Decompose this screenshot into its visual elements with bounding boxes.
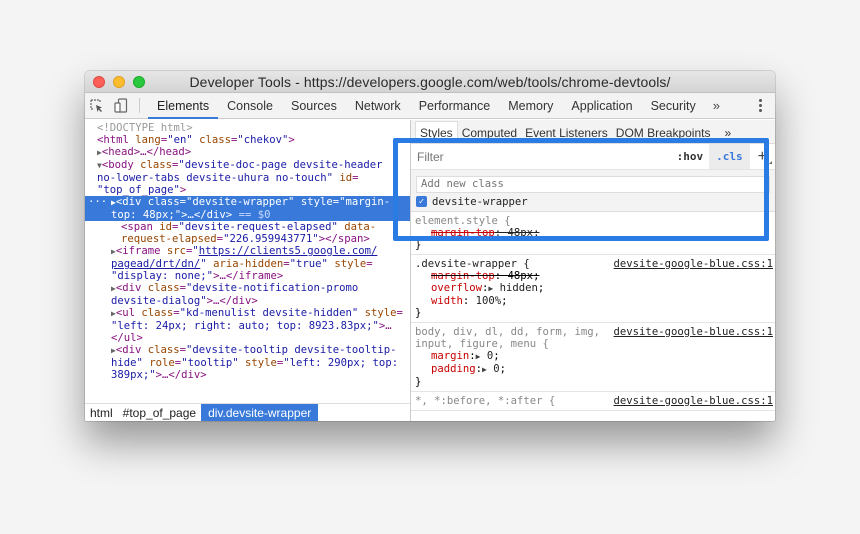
style-rule-element[interactable]: element.style { margin-top: 48px; } xyxy=(411,212,775,255)
tab-application[interactable]: Application xyxy=(562,93,641,118)
dom-node-selected-div[interactable]: ··· ▶<div class="devsite-wrapper" style="… xyxy=(85,196,410,209)
expand-shorthand-icon[interactable]: ▶ xyxy=(488,284,493,293)
stylesheet-link[interactable]: devsite-google-blue.css:1 xyxy=(614,326,773,338)
dom-node-iframe-cont2: "display: none;">…</iframe> xyxy=(111,270,284,282)
dom-tree: <!DOCTYPE html> <html lang="en" class="c… xyxy=(85,120,410,381)
more-tabs-chevron-icon[interactable]: » xyxy=(705,93,728,118)
more-sidebar-tabs-icon[interactable]: » xyxy=(714,122,735,143)
dom-node-promo[interactable]: ▶<div class="devsite-notification-promo xyxy=(85,282,410,295)
window-title: Developer Tools - https://developers.goo… xyxy=(189,73,671,90)
dom-doctype[interactable]: <!DOCTYPE html> xyxy=(85,122,410,134)
styles-sidebar: Styles Computed Event Listeners DOM Brea… xyxy=(411,120,775,421)
tab-memory[interactable]: Memory xyxy=(499,93,562,118)
close-window-button[interactable] xyxy=(93,76,105,88)
dom-node-body[interactable]: ▼<body class="devsite-doc-page devsite-h… xyxy=(85,159,410,172)
dom-node-promo-cont: devsite-dialog">…</div> xyxy=(111,295,258,307)
dom-node-tooltip-cont2: 389px;">…</div> xyxy=(111,369,207,381)
inspect-element-icon[interactable] xyxy=(85,93,109,118)
expand-shorthand-icon[interactable]: ▶ xyxy=(476,352,481,361)
cls-toggle-button[interactable]: .cls xyxy=(709,144,750,169)
dom-node-tooltip[interactable]: ▶<div class="devsite-tooltip devsite-too… xyxy=(85,344,410,357)
class-item[interactable]: ✓ devsite-wrapper xyxy=(416,196,770,208)
window-controls xyxy=(93,76,145,88)
devtools-window: Developer Tools - https://developers.goo… xyxy=(85,71,775,421)
tab-performance[interactable]: Performance xyxy=(410,93,500,118)
dom-node-head[interactable]: ▶<head>…</head> xyxy=(85,146,410,159)
style-rule-devsite-wrapper[interactable]: .devsite-wrapper { devsite-google-blue.c… xyxy=(411,255,775,323)
styles-filter-bar: :hov .cls + xyxy=(411,144,775,170)
more-options-icon[interactable] xyxy=(751,99,769,112)
toolbar-divider xyxy=(139,98,140,113)
breadcrumb-html[interactable]: html xyxy=(85,404,118,421)
tab-sources[interactable]: Sources xyxy=(282,93,346,118)
dom-node-html[interactable]: <html lang="en" class="chekov"> xyxy=(85,134,410,146)
dom-node-ul[interactable]: ▶<ul class="kd-menulist devsite-hidden" … xyxy=(85,307,410,320)
dom-node-span-cont: request-elapsed="226.959943771"></span> xyxy=(121,233,370,245)
class-pane: ✓ devsite-wrapper xyxy=(411,170,775,212)
dom-node-body-cont: no-lower-tabs devsite-uhura no-touch" id… xyxy=(97,172,359,184)
tab-elements[interactable]: Elements xyxy=(148,93,219,119)
style-rule-universal[interactable]: *, *:before, *:after { devsite-google-bl… xyxy=(411,392,775,411)
tab-event-listeners[interactable]: Event Listeners xyxy=(521,122,612,143)
tab-dom-breakpoints[interactable]: DOM Breakpoints xyxy=(612,122,715,143)
iframe-src-link[interactable]: https://clients5.google.com/ xyxy=(199,245,378,257)
breadcrumb-body[interactable]: #top_of_page xyxy=(118,404,201,421)
dom-node-span[interactable]: <span id="devsite-request-elapsed" data- xyxy=(85,221,410,233)
title-bar: Developer Tools - https://developers.goo… xyxy=(85,71,775,93)
dom-node-body-cont2: "top_of_page"> xyxy=(97,184,187,196)
sidebar-tabs: Styles Computed Event Listeners DOM Brea… xyxy=(411,120,775,144)
dom-node-iframe[interactable]: ▶<iframe src="https://clients5.google.co… xyxy=(85,245,410,258)
maximize-window-button[interactable] xyxy=(133,76,145,88)
dom-node-ul-close: </ul> xyxy=(111,332,143,344)
breadcrumb-selected[interactable]: div.devsite-wrapper xyxy=(201,404,319,421)
hov-toggle-button[interactable]: :hov xyxy=(671,150,710,163)
node-actions-icon[interactable]: ··· xyxy=(88,196,107,208)
expand-shorthand-icon[interactable]: ▶ xyxy=(482,365,487,374)
new-style-rule-button[interactable]: + xyxy=(750,148,775,166)
dom-node-iframe-cont: pagead/drt/dn/" aria-hidden="true" style… xyxy=(111,258,373,270)
filter-input[interactable] xyxy=(411,149,671,164)
dom-node-tooltip-cont: hide" role="tooltip" style="left: 290px;… xyxy=(111,357,399,369)
dom-node-ul-cont: "left: 24px; right: auto; top: 8923.83px… xyxy=(111,320,392,332)
tab-security[interactable]: Security xyxy=(642,93,705,118)
breadcrumb: html #top_of_page div.devsite-wrapper xyxy=(85,403,410,421)
add-class-input[interactable] xyxy=(416,175,770,193)
tab-computed[interactable]: Computed xyxy=(458,122,521,143)
class-name: devsite-wrapper xyxy=(432,195,528,208)
tab-console[interactable]: Console xyxy=(218,93,282,118)
minimize-window-button[interactable] xyxy=(113,76,125,88)
device-toolbar-icon[interactable] xyxy=(109,93,133,118)
tab-network[interactable]: Network xyxy=(346,93,410,118)
style-rule-reset[interactable]: body, div, dl, dd, form, img, devsite-go… xyxy=(411,323,775,392)
stylesheet-link[interactable]: devsite-google-blue.css:1 xyxy=(614,395,773,407)
stylesheet-link[interactable]: devsite-google-blue.css:1 xyxy=(614,258,773,270)
dom-node-selected-div-cont[interactable]: top: 48px;">…</div> == $0 xyxy=(85,209,410,221)
tab-styles[interactable]: Styles xyxy=(415,121,458,143)
elements-panel: <!DOCTYPE html> <html lang="en" class="c… xyxy=(85,120,411,421)
style-rules: element.style { margin-top: 48px; } .dev… xyxy=(411,212,775,411)
checkbox-checked-icon[interactable]: ✓ xyxy=(416,196,427,207)
main-toolbar: Elements Console Sources Network Perform… xyxy=(85,93,775,119)
